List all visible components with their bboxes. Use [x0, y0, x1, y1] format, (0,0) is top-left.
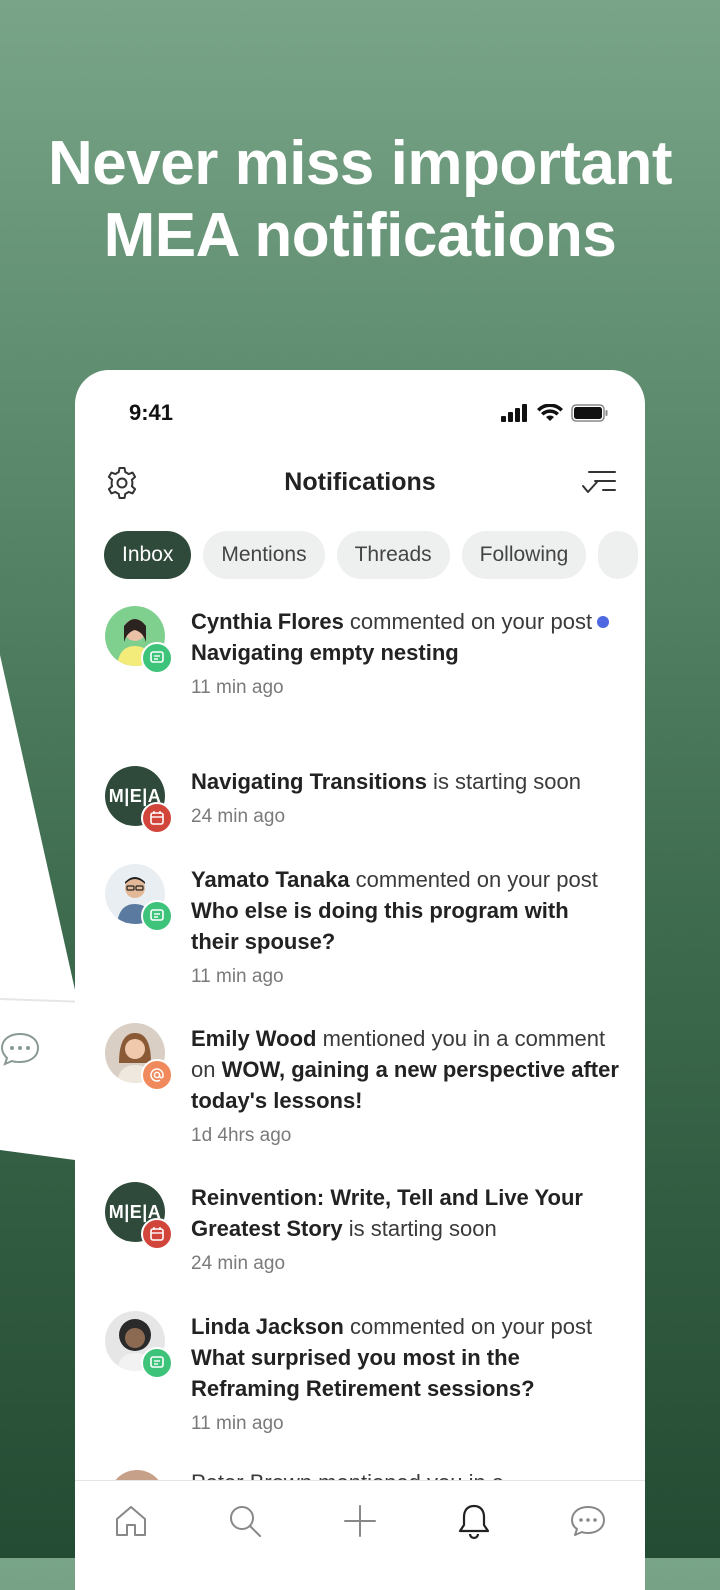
mention-badge-icon [141, 1059, 173, 1091]
filter-tabs: Inbox Mentions Threads Following [104, 531, 639, 579]
headline-line-1: Never miss important [48, 129, 673, 198]
home-icon[interactable] [111, 1501, 151, 1541]
notification-action: is starting soon [426, 769, 582, 794]
notification-time: 24 min ago [191, 806, 286, 827]
tab-inbox[interactable]: Inbox [104, 531, 192, 579]
notification-text: Yamato Tanaka commented on your post Who… [191, 864, 621, 992]
bell-icon[interactable] [454, 1501, 494, 1541]
notification-text: Linda Jackson commented on your post Wha… [191, 1311, 621, 1439]
notification-action: commented on your post [343, 609, 593, 634]
tab-threads[interactable]: Threads [336, 531, 450, 579]
notification-actor: Navigating Transitions [191, 769, 427, 794]
headline-line-2: MEA notifications [103, 201, 617, 270]
headline: Never miss important MEA notifications [0, 128, 720, 272]
chat-icon[interactable] [568, 1501, 608, 1541]
notification-time: 11 min ago [191, 1413, 284, 1434]
notification-time: 24 min ago [191, 1253, 286, 1274]
notification-text: Navigating Transitions is starting soon … [191, 766, 621, 832]
tab-mentions[interactable]: Mentions [203, 531, 325, 579]
header: Notifications [75, 462, 645, 506]
notification-time: 11 min ago [191, 677, 284, 698]
notification-target: Navigating empty nesting [191, 640, 459, 665]
status-icons [501, 404, 609, 422]
status-time: 9:41 [129, 400, 174, 425]
calendar-badge-icon [141, 802, 173, 834]
notification-target: WOW, gaining a new perspective after tod… [191, 1057, 619, 1113]
tab-following[interactable]: Following [461, 531, 587, 579]
notification-time: 11 min ago [191, 966, 284, 987]
notification-text: Emily Wood mentioned you in a comment on… [191, 1023, 621, 1151]
signal-icon [501, 404, 527, 422]
chat-icon [0, 1032, 40, 1066]
tab-more[interactable] [598, 531, 639, 579]
notification-actor: Yamato Tanaka [191, 867, 350, 892]
status-bar: 9:41 [75, 370, 645, 450]
notification-actor: Linda Jackson [191, 1314, 344, 1339]
battery-icon [571, 404, 608, 422]
notification-actor: Cynthia Flores [191, 609, 344, 634]
comment-badge-icon [141, 900, 173, 932]
comment-badge-icon [141, 642, 173, 674]
notification-text: Reinvention: Write, Tell and Live Your G… [191, 1182, 621, 1279]
bottom-nav [75, 1480, 645, 1590]
wifi-icon [537, 404, 563, 421]
filter-check-icon[interactable] [581, 468, 617, 498]
notification-actor: Emily Wood [191, 1026, 317, 1051]
notification-time: 1d 4hrs ago [191, 1125, 292, 1146]
unread-dot [597, 616, 609, 628]
plus-icon[interactable] [340, 1501, 380, 1541]
search-icon[interactable] [225, 1501, 265, 1541]
notification-target: What surprised you most in the Reframing… [191, 1345, 535, 1401]
notification-action: commented on your post [349, 867, 598, 892]
notification-action: is starting soon [342, 1216, 497, 1241]
page-title: Notifications [284, 468, 436, 496]
notification-action: commented on your post [343, 1314, 593, 1339]
calendar-badge-icon [141, 1218, 173, 1250]
comment-badge-icon [141, 1347, 173, 1379]
notification-target: Who else is doing this program with thei… [191, 898, 569, 954]
notification-text: Cynthia Flores commented on your post Na… [191, 606, 621, 703]
phone-screen: 9:41 Notifications Inbox Mentions Thread… [75, 370, 645, 1590]
